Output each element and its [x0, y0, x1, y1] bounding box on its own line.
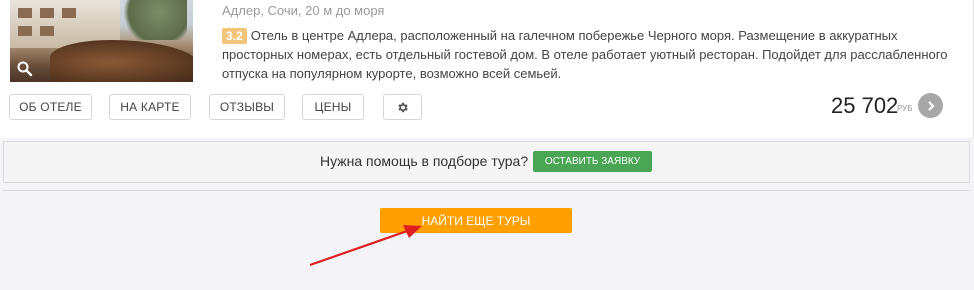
price-currency: РУБ — [897, 104, 913, 113]
find-more-tours-button[interactable]: НАЙТИ ЕЩЕ ТУРЫ — [380, 208, 572, 233]
photo-window — [40, 8, 54, 18]
hotel-location: Адлер, Сочи, 20 м до моря — [222, 3, 385, 18]
divider — [3, 190, 970, 191]
photo-window — [62, 8, 76, 18]
about-hotel-button[interactable]: ОБ ОТЕЛЕ — [9, 94, 92, 120]
description-text: Отель в центре Адлера, расположенный на … — [222, 28, 948, 81]
help-banner: Нужна помощь в подборе тура? ОСТАВИТЬ ЗА… — [3, 141, 970, 183]
gear-icon — [398, 102, 408, 112]
help-text: Нужна помощь в подборе тура? — [320, 153, 529, 169]
next-button[interactable] — [918, 93, 943, 118]
photo-wood-carving — [50, 40, 193, 82]
on-map-button[interactable]: НА КАРТЕ — [109, 94, 191, 120]
photo-window — [18, 26, 32, 36]
price-value: 25 702 — [831, 93, 899, 118]
zoom-icon[interactable] — [16, 60, 34, 78]
chevron-right-icon — [927, 100, 935, 111]
leave-request-button[interactable]: ОСТАВИТЬ ЗАЯВКУ — [533, 151, 652, 172]
rating-badge: 3.2 — [222, 28, 247, 44]
photo-window — [40, 26, 54, 36]
settings-button[interactable] — [383, 94, 422, 120]
photo-window — [18, 8, 32, 18]
photo-tree — [117, 0, 187, 40]
hotel-description: 3.2 Отель в центре Адлера, расположенный … — [222, 26, 952, 83]
reviews-button[interactable]: ОТЗЫВЫ — [209, 94, 285, 120]
prices-button[interactable]: ЦЕНЫ — [302, 94, 364, 120]
hotel-photo[interactable] — [10, 0, 193, 82]
hotel-card: Адлер, Сочи, 20 м до моря 3.2 Отель в цен… — [0, 0, 974, 138]
